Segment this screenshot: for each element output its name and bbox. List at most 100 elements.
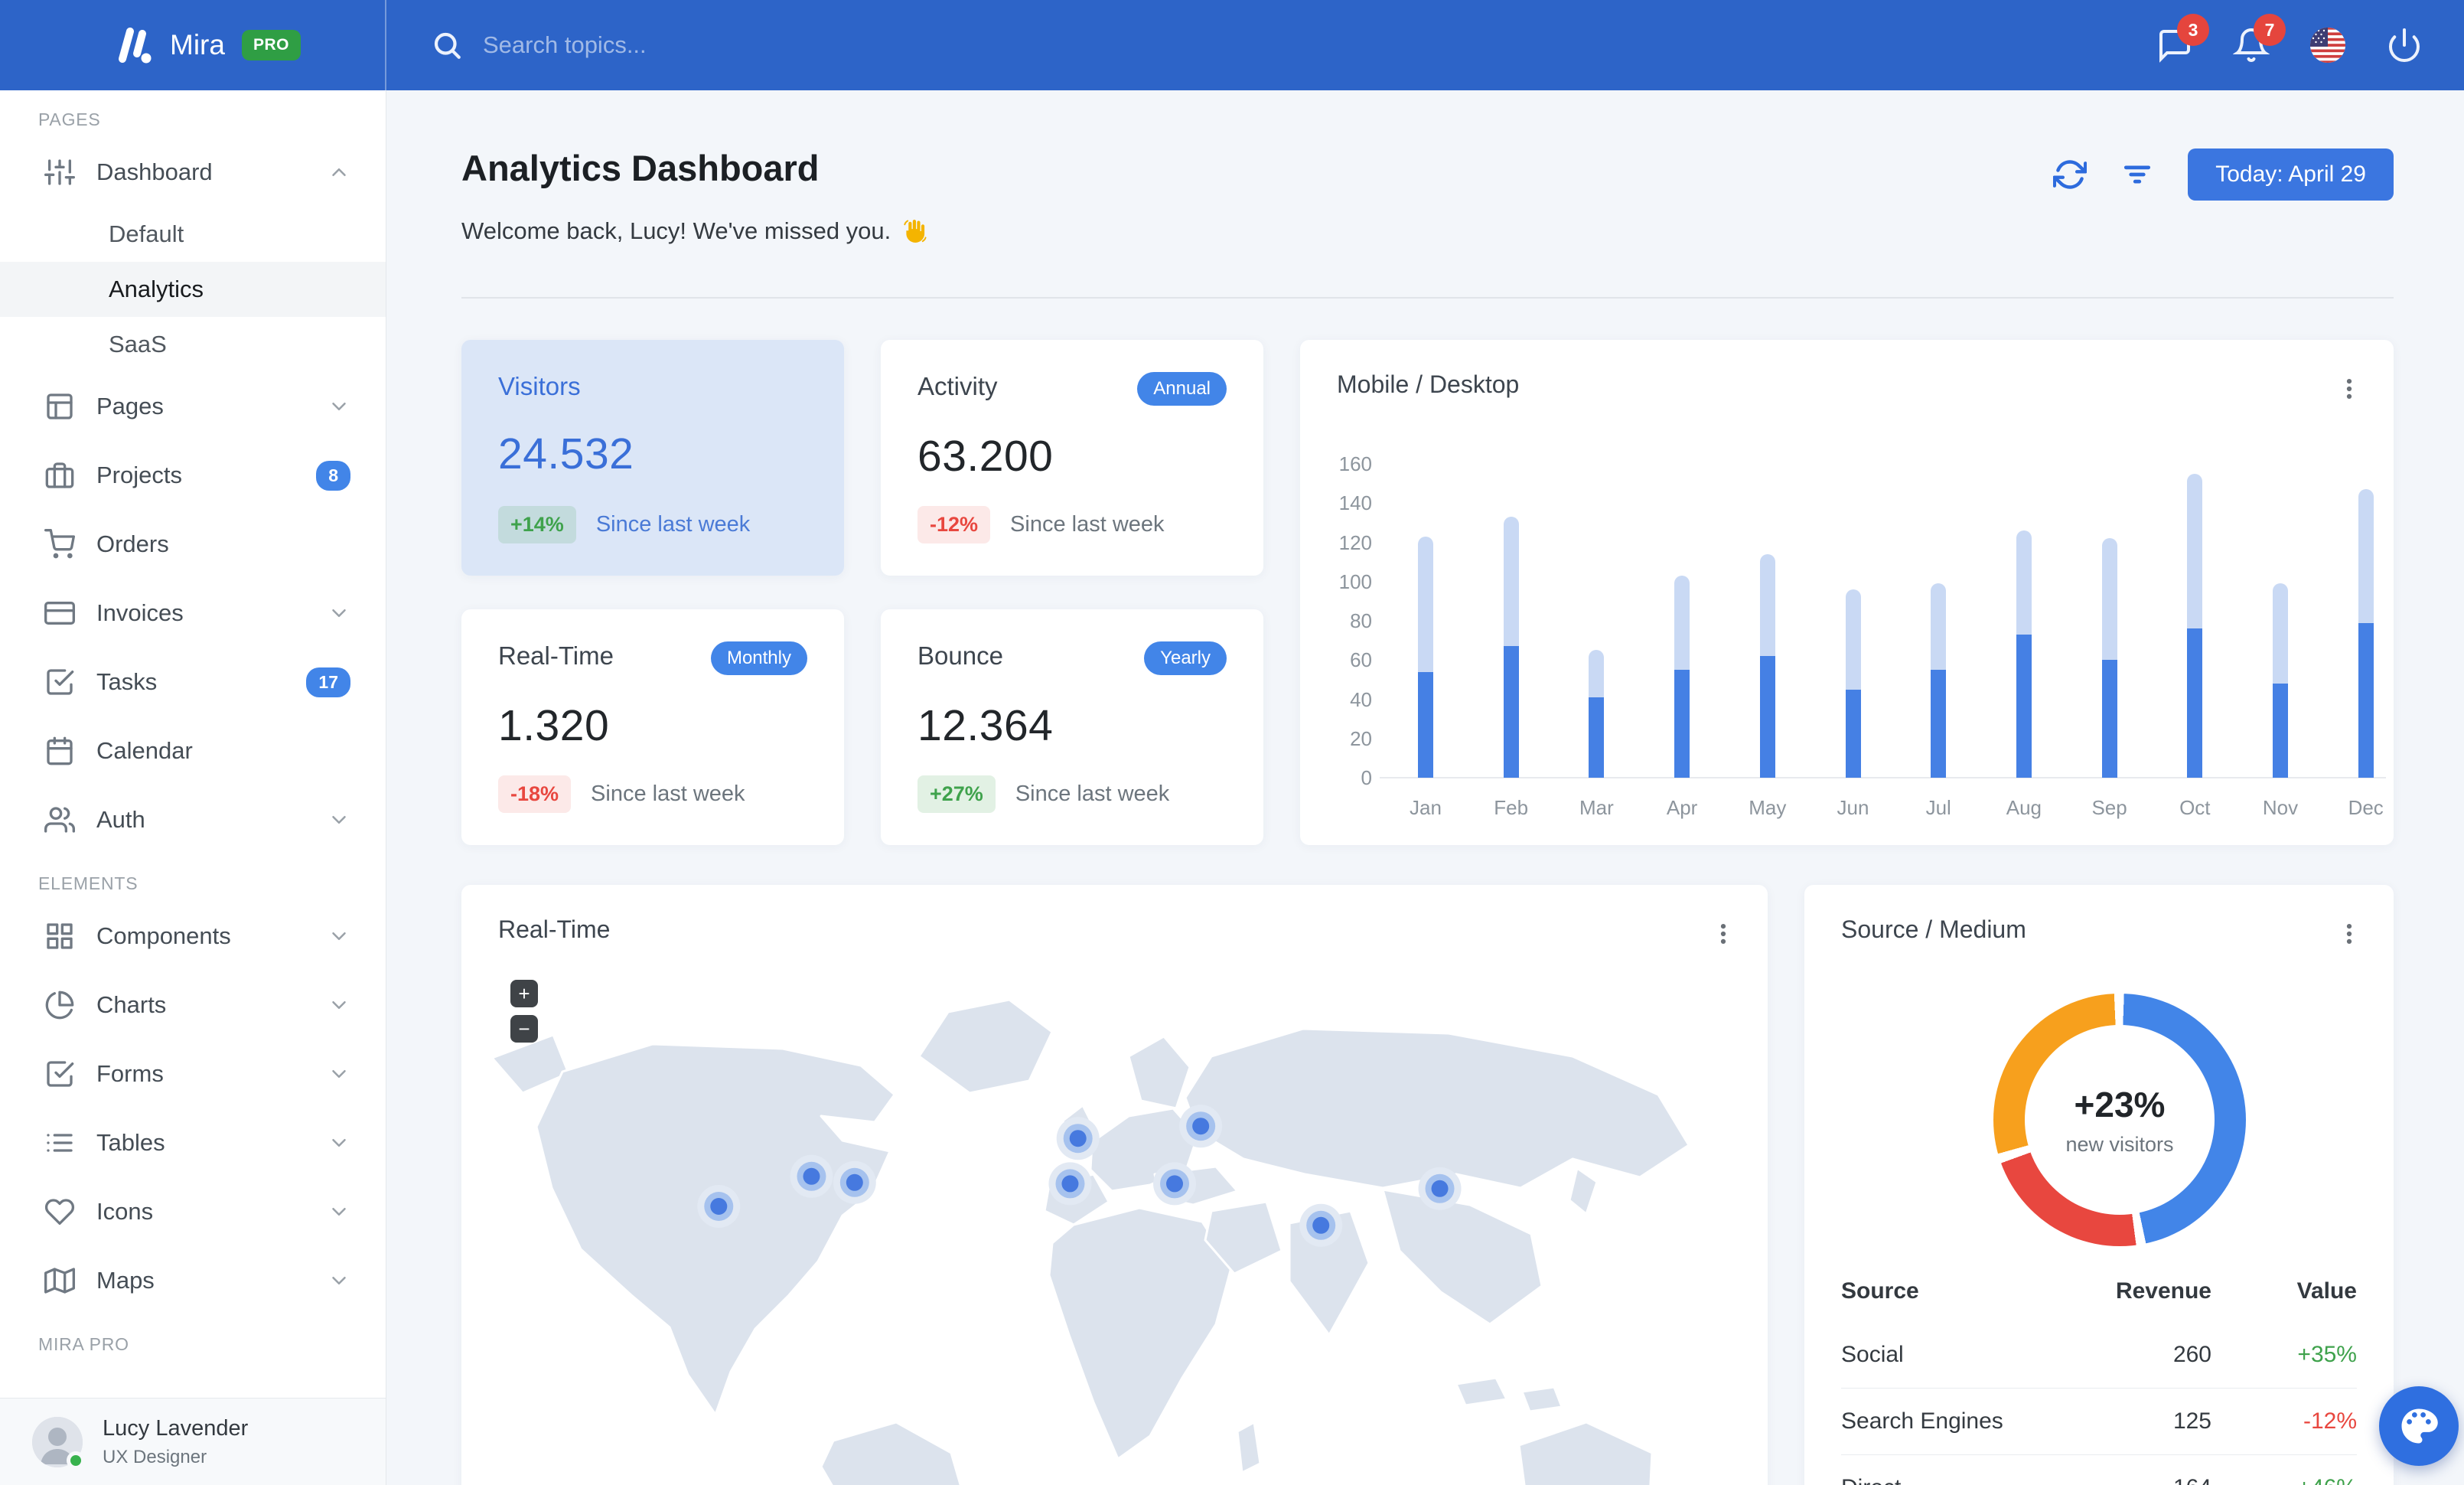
sidebar-item-dashboard[interactable]: Dashboard [0,138,386,207]
stat-value: 24.532 [498,429,634,478]
chevron-down-icon [328,925,350,948]
sidebar-item-components[interactable]: Components [0,902,386,971]
sidebar-item-projects[interactable]: Projects 8 [0,441,386,510]
stat-delta-chip: +27% [917,775,996,813]
palette-icon [2401,1408,2438,1444]
messages-button[interactable]: 3 [2156,14,2209,64]
filter-icon[interactable] [2120,158,2154,191]
sidebar-item-icons[interactable]: Icons [0,1177,386,1246]
navbar-actions: 3 7 [2156,14,2464,64]
messages-badge: 3 [2177,14,2209,46]
map-marker [1048,1162,1092,1206]
stacked-bar-chart: 0 20 40 60 80 100 120 140 160 Jan Feb Mar Apr May Jun J… [1300,340,2394,845]
date-button[interactable]: Today: April 29 [2188,148,2394,201]
y-axis-tick: 60 [1350,648,1372,672]
sidebar-item-label: Charts [96,991,167,1018]
sidebar-item-auth[interactable]: Auth [0,785,386,854]
mobile-desktop-card: Mobile / Desktop 0 20 40 60 80 100 120 140 160 Ja… [1300,340,2394,845]
users-icon [44,805,75,835]
sidebar-item-maps[interactable]: Maps [0,1246,386,1315]
wave-emoji [900,217,927,245]
language-button[interactable] [2309,27,2346,64]
sidebar-subitem-analytics[interactable]: Analytics [0,262,386,317]
bar-desktop-feb [1503,517,1519,647]
stat-delta-chip: -12% [917,506,991,543]
chevron-down-icon [328,994,350,1017]
stat-delta-chip: -18% [498,775,572,813]
donut-chart: +23% new visitors [1993,994,2246,1246]
header-divider [461,297,2394,299]
cell-source: Social [1841,1341,1904,1367]
sidebar-item-charts[interactable]: Charts [0,971,386,1040]
bar-desktop-mar [1589,650,1605,697]
sidebar-item-calendar[interactable]: Calendar [0,716,386,785]
chevron-down-icon [328,1200,350,1223]
cell-revenue: 260 [2172,1341,2211,1367]
x-axis-tick: Apr [1666,796,1698,819]
sidebar-item-tasks[interactable]: Tasks 17 [0,648,386,716]
stat-period-pill[interactable]: Yearly [1144,641,1227,675]
sidebar-item-label: Calendar [96,737,193,764]
y-axis-tick: 80 [1350,609,1372,632]
sidebar-item-label: Projects [96,462,182,488]
stat-caption: Since last week [1010,512,1165,537]
stat-period-pill[interactable]: Monthly [710,641,807,675]
donut-menu-kebab-icon[interactable] [2334,915,2365,952]
bar-desktop-jun [1845,589,1861,690]
sidebar-item-invoices[interactable]: Invoices [0,579,386,648]
search-icon[interactable] [431,29,463,61]
theme-settings-fab[interactable] [2379,1386,2459,1466]
stat-value: 1.320 [498,700,610,750]
source-table: Source Revenue Value Social 260 +35% Search En… [1841,1261,2357,1485]
page-title: Analytics Dashboard [461,148,820,188]
main-content: Analytics Dashboard Welcome back, Lucy! … [386,90,2464,1485]
grid-icon [44,921,75,951]
y-axis-tick: 0 [1361,766,1372,789]
welcome-message: Welcome back, Lucy! We've missed you. [461,217,927,245]
x-axis-tick: Dec [2348,796,2384,819]
sidebar-item-tables[interactable]: Tables [0,1108,386,1177]
stat-card-real-time: Real-Time Monthly 1.320 -18% Since last week [461,609,844,845]
y-axis-tick: 20 [1350,726,1372,750]
us-flag-icon [2310,28,2345,63]
bar-mobile-jul [1931,670,1947,778]
column-header-value: Value [2296,1278,2357,1304]
pie-chart-icon [44,990,75,1020]
stat-caption: Since last week [591,782,745,806]
source-table-row-direct: Direct164+46% [1841,1454,2357,1485]
header-actions: Today: April 29 [2053,148,2394,201]
x-axis-tick: Oct [2179,796,2211,819]
map-zoom-out-button[interactable]: − [510,1015,538,1043]
map-zoom-in-button[interactable]: + [510,980,538,1007]
sidebar-item-orders[interactable]: Orders [0,510,386,579]
sidebar-user[interactable]: Lucy Lavender UX Designer [0,1398,386,1485]
sidebar-subitem-saas[interactable]: SaaS [0,317,386,372]
brand[interactable]: Mira PRO [0,0,386,90]
map-menu-kebab-icon[interactable] [1708,915,1739,952]
stat-title: Bounce [917,641,1003,670]
stat-period-pill[interactable]: Annual [1137,372,1227,406]
sidebar-item-label: Tables [96,1129,165,1156]
x-axis-tick: Nov [2262,796,2299,819]
stat-title: Visitors [498,372,581,400]
refresh-icon[interactable] [2053,158,2088,191]
sidebar-item-forms[interactable]: Forms [0,1040,386,1108]
x-axis-line [1380,777,2386,778]
map-title: Real-Time [498,915,611,943]
search-input[interactable] [483,31,1064,59]
sidebar-subitem-default[interactable]: Default [0,207,386,262]
y-axis-tick: 160 [1338,452,1372,475]
real-time-map-card: Real-Time + − [461,885,1768,1485]
sidebar-item-pages[interactable]: Pages [0,372,386,441]
bar-desktop-dec [2358,489,2374,623]
brand-name: Mira [170,29,225,60]
column-header-revenue: Revenue [2115,1278,2211,1304]
source-table-row-social: Social 260 +35% [1841,1321,2357,1388]
sidebar: PAGES Dashboard Default Analytics SaaS Pages P… [0,90,386,1485]
logout-button[interactable] [2386,27,2423,64]
notifications-button[interactable]: 7 [2233,14,2286,64]
analytics-dashboard-page: { "navbar": { "brand": "Mira", "brand_ba… [0,0,2464,1485]
pro-badge: PRO [241,30,301,60]
x-axis-tick: Jul [1925,796,1951,819]
source-table-header: Source Revenue Value [1841,1261,2357,1321]
